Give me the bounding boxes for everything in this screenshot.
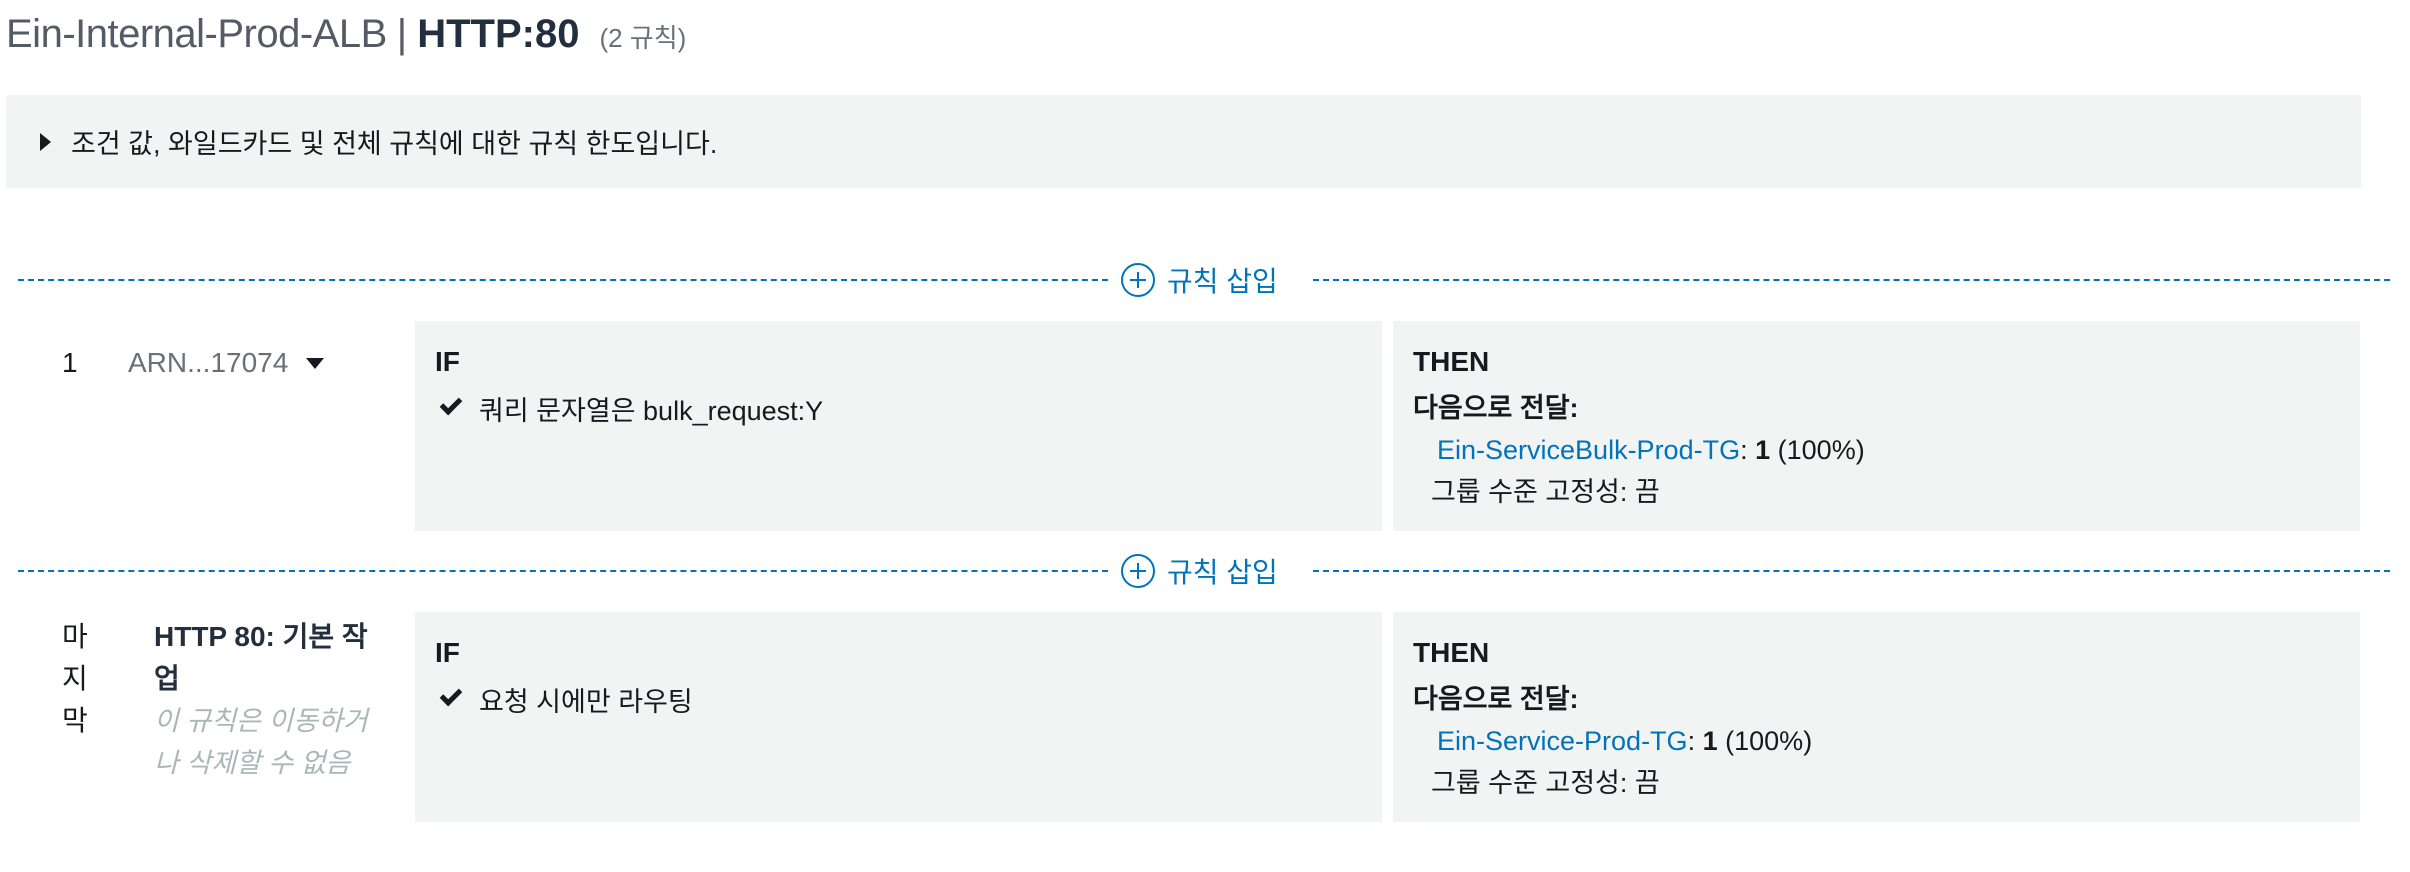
priority-char: 막 xyxy=(62,705,88,736)
condition-item: 요청 시에만 라우팅 xyxy=(435,678,1382,720)
target-group-link[interactable]: Ein-Service-Prod-TG xyxy=(1437,726,1688,756)
priority-char: 지 xyxy=(62,663,88,694)
default-action-name: HTTP 80: 기본 작업 xyxy=(154,621,368,694)
rule-actions: THEN 다음으로 전달: Ein-ServiceBulk-Prod-TG: 1… xyxy=(1393,321,2360,531)
checkmark-icon xyxy=(439,392,463,416)
group-stickiness: 그룹 수준 고정성: 끔 xyxy=(1431,477,1660,507)
title-separator: | xyxy=(396,12,408,56)
if-label: IF xyxy=(435,346,460,377)
insert-rule-divider: 규칙 삽입 xyxy=(18,260,2390,300)
default-rule-row: 마 지 막 HTTP 80: 기본 작업 이 규칙은 이동하거나 삭제할 수 없… xyxy=(0,612,2410,822)
target-group-link[interactable]: Ein-ServiceBulk-Prod-TG xyxy=(1437,435,1740,465)
condition-item: 쿼리 문자열은 bulk_request:Y xyxy=(435,387,1382,429)
insert-rule-divider: 규칙 삽입 xyxy=(18,551,2390,591)
plus-circle-icon xyxy=(1121,554,1155,588)
condition-text: 쿼리 문자열은 bulk_request:Y xyxy=(479,395,824,426)
group-stickiness: 그룹 수준 고정성: 끔 xyxy=(1431,768,1660,798)
rule-arn: ARN...17074 xyxy=(128,347,289,378)
page-title: Ein-Internal-Prod-ALB | HTTP:80 (2 규칙) xyxy=(6,12,686,68)
rule-conditions: IF 요청 시에만 라우팅 xyxy=(415,612,1382,822)
divider-line xyxy=(1313,279,2390,281)
insert-rule-label: 규칙 삽입 xyxy=(1167,266,1278,297)
priority-char: 마 xyxy=(62,621,88,652)
default-rule-note: 이 규칙은 이동하거나 삭제할 수 없음 xyxy=(154,706,368,778)
divider-line xyxy=(1313,570,2390,572)
forward-label: 다음으로 전달: xyxy=(1413,684,1579,714)
then-label: THEN xyxy=(1413,637,1490,668)
if-label: IF xyxy=(435,637,460,668)
insert-rule-button[interactable]: 규칙 삽입 xyxy=(1121,551,1278,591)
checkmark-icon xyxy=(439,683,463,707)
target-group-weight: 1 xyxy=(1702,726,1718,756)
rule-priority-last: 마 지 막 xyxy=(62,616,92,742)
plus-circle-icon xyxy=(1121,263,1155,297)
rule-limits-label: 조건 값, 와일드카드 및 전체 규칙에 대한 규칙 한도입니다. xyxy=(71,129,718,159)
rule-limits-expander[interactable]: 조건 값, 와일드카드 및 전체 규칙에 대한 규칙 한도입니다. xyxy=(6,95,2361,188)
target-group-percent: (100%) xyxy=(1725,726,1813,756)
then-label: THEN xyxy=(1413,346,1490,377)
listener-protocol-port: HTTP:80 xyxy=(417,12,580,56)
rule-actions: THEN 다음으로 전달: Ein-Service-Prod-TG: 1 (10… xyxy=(1393,612,2360,822)
forward-label: 다음으로 전달: xyxy=(1413,393,1579,423)
target-group-line: Ein-ServiceBulk-Prod-TG: 1 (100%) xyxy=(1413,429,2360,471)
divider-line xyxy=(18,279,1108,281)
caret-right-icon xyxy=(40,132,51,151)
rule-priority: 1 xyxy=(62,347,78,378)
divider-line xyxy=(18,570,1108,572)
caret-down-icon xyxy=(306,357,325,369)
target-group-percent: (100%) xyxy=(1777,435,1865,465)
target-group-line: Ein-Service-Prod-TG: 1 (100%) xyxy=(1413,720,2360,762)
weight-separator: : xyxy=(1740,435,1748,465)
rule-row: 1 ARN...17074 IF 쿼리 문자열은 bulk_request:Y … xyxy=(0,321,2410,531)
rule-conditions: IF 쿼리 문자열은 bulk_request:Y xyxy=(415,321,1382,531)
rule-count: (2 규칙) xyxy=(599,23,687,53)
rule-arn-dropdown[interactable]: ARN...17074 xyxy=(128,347,325,379)
insert-rule-button[interactable]: 규칙 삽입 xyxy=(1121,260,1278,300)
load-balancer-name: Ein-Internal-Prod-ALB xyxy=(6,12,387,56)
condition-text: 요청 시에만 라우팅 xyxy=(479,686,693,717)
insert-rule-label: 규칙 삽입 xyxy=(1167,557,1278,588)
target-group-weight: 1 xyxy=(1755,435,1771,465)
weight-separator: : xyxy=(1687,726,1696,756)
